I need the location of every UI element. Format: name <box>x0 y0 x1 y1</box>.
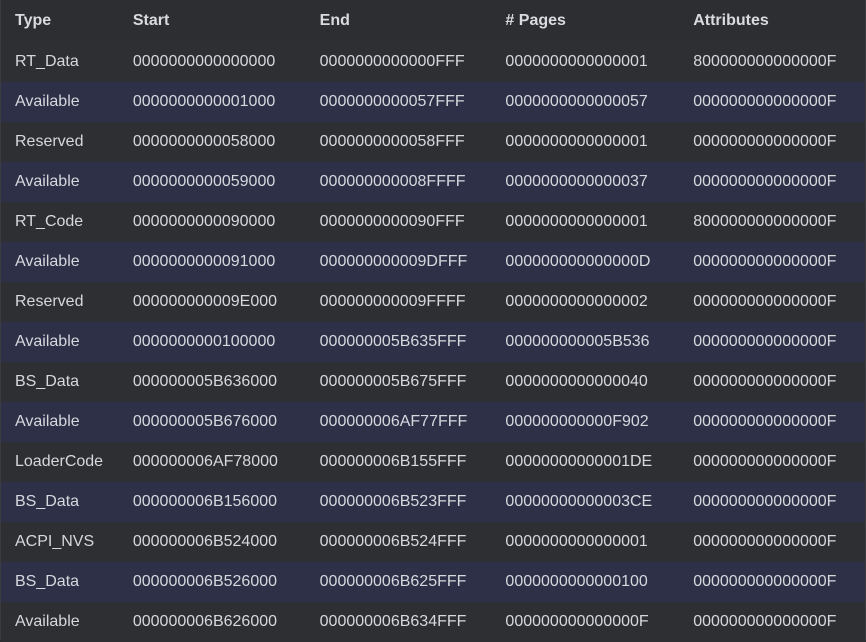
table-row[interactable]: Available 0000000000091000 000000000009DFF… <box>1 242 865 282</box>
cell-attributes: 000000000000000F <box>693 453 837 470</box>
cell-attributes: 800000000000000F <box>693 53 837 70</box>
cell-end: 000000006B523FFF <box>319 493 467 510</box>
cell-end: 0000000000057FFF <box>319 93 465 110</box>
cell-pages: 0000000000000037 <box>505 173 648 190</box>
cell-attributes: 000000000000000F <box>693 173 837 190</box>
cell-start: 0000000000058000 <box>132 133 276 150</box>
cell-end: 0000000000000FFF <box>319 53 465 70</box>
cell-start: 000000006B526000 <box>132 573 278 590</box>
cell-pages: 000000000000000D <box>505 253 651 270</box>
cell-end: 000000006B155FFF <box>319 453 467 470</box>
cell-attributes: 000000000000000F <box>693 533 837 550</box>
table-row[interactable]: Reserved 0000000000058000 0000000000058FFF… <box>1 122 865 162</box>
cell-type: Available <box>15 613 80 630</box>
table-row[interactable]: Available 0000000000100000 000000005B635FF… <box>1 322 865 362</box>
cell-type: Available <box>15 93 80 110</box>
table-header-row: Type Start End # Pages Attributes <box>1 0 865 42</box>
table-row[interactable]: Available 0000000000001000 0000000000057FF… <box>1 82 865 122</box>
cell-attributes: 000000000000000F <box>693 573 837 590</box>
column-header-end[interactable]: End <box>320 12 506 30</box>
cell-type: ACPI_NVS <box>15 533 95 550</box>
cell-pages: 000000000000000F <box>505 613 649 630</box>
cell-start: 0000000000001000 <box>132 93 276 110</box>
cell-type: Available <box>15 333 80 350</box>
cell-start: 0000000000059000 <box>132 173 276 190</box>
table-row[interactable]: BS_Data 000000006B526000 000000006B625FFF 0… <box>1 562 865 602</box>
cell-attributes: 000000000000000F <box>693 413 837 430</box>
cell-end: 000000000009FFFF <box>319 293 466 310</box>
cell-start: 000000006AF78000 <box>132 453 278 470</box>
table-row[interactable]: Reserved 000000000009E000 000000000009FFFF… <box>1 282 865 322</box>
cell-type: BS_Data <box>15 373 80 390</box>
table-body: RT_Data 0000000000000000 0000000000000FFF 0… <box>1 42 865 642</box>
cell-start: 000000005B676000 <box>132 413 278 430</box>
cell-end: 000000000008FFFF <box>319 173 466 190</box>
cell-start: 000000006B524000 <box>132 533 278 550</box>
cell-pages: 0000000000000057 <box>505 93 648 110</box>
cell-type: Available <box>15 173 80 190</box>
cell-end: 0000000000090FFF <box>319 213 465 230</box>
cell-start: 000000005B636000 <box>132 373 278 390</box>
cell-end: 000000006B625FFF <box>319 573 467 590</box>
cell-pages: 0000000000000001 <box>505 213 648 230</box>
cell-start: 000000000009E000 <box>132 293 278 310</box>
cell-type: Available <box>15 253 80 270</box>
cell-type: LoaderCode <box>15 453 104 470</box>
cell-attributes: 800000000000000F <box>693 213 837 230</box>
table-row[interactable]: BS_Data 000000006B156000 000000006B523FFF 0… <box>1 482 865 522</box>
cell-end: 000000006AF77FFF <box>319 413 468 430</box>
cell-attributes: 000000000000000F <box>693 373 837 390</box>
cell-type: BS_Data <box>15 573 80 590</box>
column-header-start[interactable]: Start <box>133 12 320 30</box>
cell-type: RT_Code <box>15 213 84 230</box>
cell-pages: 00000000000001DE <box>505 453 653 470</box>
cell-attributes: 000000000000000F <box>693 133 837 150</box>
cell-pages: 000000000000F902 <box>505 413 649 430</box>
cell-type: BS_Data <box>15 493 80 510</box>
column-header-pages[interactable]: # Pages <box>505 12 693 30</box>
cell-start: 000000006B156000 <box>132 493 278 510</box>
cell-start: 0000000000091000 <box>132 253 276 270</box>
memory-map-table: Type Start End # Pages Attributes RT_Dat… <box>0 0 866 642</box>
table-row[interactable]: BS_Data 000000005B636000 000000005B675FFF 0… <box>1 362 865 402</box>
cell-attributes: 000000000000000F <box>693 93 837 110</box>
cell-pages: 0000000000000001 <box>505 533 648 550</box>
table-row[interactable]: Available 000000006B626000 000000006B634FF… <box>1 602 865 642</box>
table-row[interactable]: LoaderCode 000000006AF78000 000000006B155F… <box>1 442 865 482</box>
table-row[interactable]: Available 0000000000059000 000000000008FFF… <box>1 162 865 202</box>
cell-attributes: 000000000000000F <box>693 493 837 510</box>
cell-pages: 0000000000000100 <box>505 573 648 590</box>
cell-attributes: 000000000000000F <box>693 293 837 310</box>
cell-start: 000000006B626000 <box>132 613 278 630</box>
cell-end: 000000005B675FFF <box>319 373 467 390</box>
cell-end: 000000006B634FFF <box>319 613 467 630</box>
cell-type: RT_Data <box>15 53 79 70</box>
column-header-attributes[interactable]: Attributes <box>693 12 865 30</box>
cell-attributes: 000000000000000F <box>693 253 837 270</box>
cell-type: Reserved <box>15 293 84 310</box>
cell-end: 000000005B635FFF <box>319 333 467 350</box>
table-row[interactable]: Available 000000005B676000 000000006AF77FF… <box>1 402 865 442</box>
cell-pages: 0000000000000002 <box>505 293 648 310</box>
cell-pages: 00000000000003CE <box>505 493 653 510</box>
cell-start: 0000000000090000 <box>132 213 276 230</box>
cell-pages: 0000000000000001 <box>505 133 648 150</box>
cell-pages: 000000000005B536 <box>505 333 650 350</box>
table-row[interactable]: ACPI_NVS 000000006B524000 000000006B524FFF… <box>1 522 865 562</box>
cell-end: 000000006B524FFF <box>319 533 467 550</box>
cell-pages: 0000000000000040 <box>505 373 648 390</box>
table-row[interactable]: RT_Data 0000000000000000 0000000000000FFF 0… <box>1 42 865 82</box>
cell-type: Available <box>15 413 80 430</box>
cell-end: 000000000009DFFF <box>319 253 468 270</box>
cell-start: 0000000000100000 <box>132 333 276 350</box>
cell-attributes: 000000000000000F <box>693 613 837 630</box>
column-header-type[interactable]: Type <box>1 12 133 30</box>
table-row[interactable]: RT_Code 0000000000090000 0000000000090FFF 0… <box>1 202 865 242</box>
cell-attributes: 000000000000000F <box>693 333 837 350</box>
cell-type: Reserved <box>15 133 84 150</box>
cell-start: 0000000000000000 <box>132 53 276 70</box>
cell-end: 0000000000058FFF <box>319 133 465 150</box>
cell-pages: 0000000000000001 <box>505 53 648 70</box>
